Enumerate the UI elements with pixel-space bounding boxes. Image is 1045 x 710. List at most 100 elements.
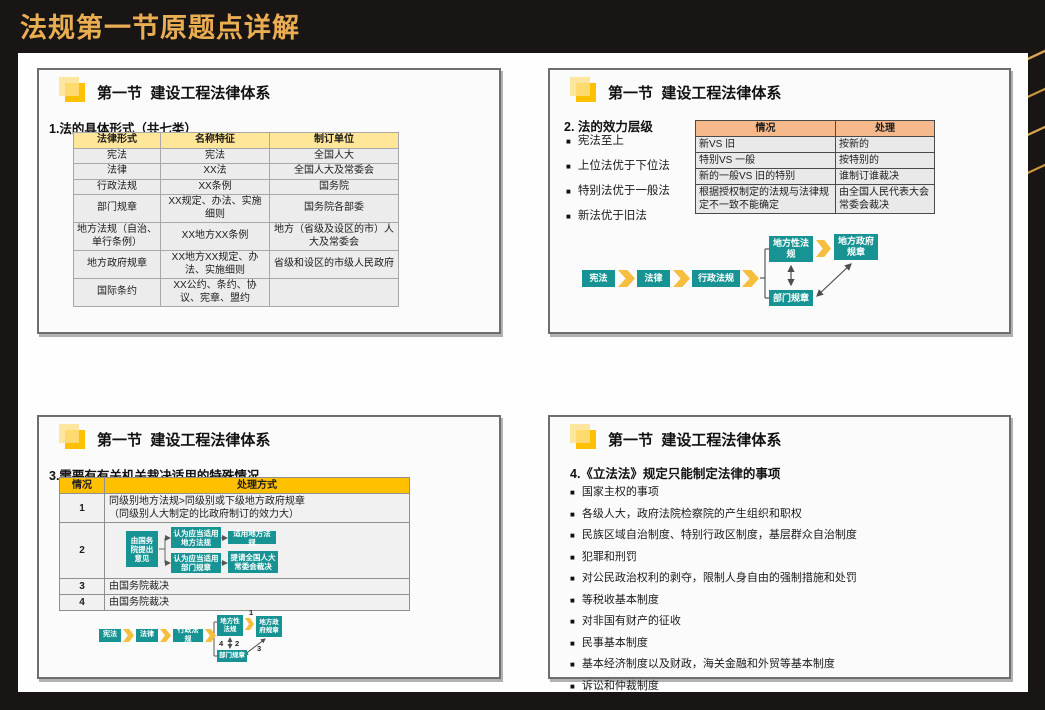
col-header: 制订单位 xyxy=(269,132,399,149)
list-item: ■ 特别法优于一般法 xyxy=(566,182,696,198)
slide4-header: 第一节 建设工程法律体系 xyxy=(570,424,782,450)
flow-node-law: 法律 xyxy=(637,270,670,287)
cell: XX条例 xyxy=(160,178,270,195)
slide-card-3: 第一节 建设工程法律体系 3.需要有有关机关裁决适用的特殊情况 情况 处理方式 … xyxy=(37,415,501,679)
bullet-text: 各级人大，政府法院检察院的产生组织和职权 xyxy=(581,507,802,520)
col-header: 法律形式 xyxy=(73,132,161,149)
cell: 同级别地方法规>同级别或下级地方政府规章 （同级别人大制定的比政府制订的效力大） xyxy=(104,493,410,523)
bullet-text: 国家主权的事项 xyxy=(581,486,659,498)
table-row: 国际条约 XX公约、条约、协议、宪章、盟约 xyxy=(73,278,399,307)
flow-node-apply-local-regulation: 适用地方法规 xyxy=(228,529,276,547)
table-header-row: 情况 处理方式 xyxy=(59,477,410,494)
section-marker-icon xyxy=(59,77,85,102)
cell: 宪法 xyxy=(160,147,270,164)
col-header: 处理方式 xyxy=(104,477,410,494)
table-row: 法律 XX法 全国人大及常委会 xyxy=(73,163,399,180)
flow-node-local-gov-rule: 地方政府规章 xyxy=(256,616,282,637)
flow-node-state-council-opinion: 由国务院提出意见 xyxy=(126,531,158,567)
section-marker-icon xyxy=(59,424,85,449)
table-row: 地方法规（自治、单行条例） XX地方XX条例 地方（省级及设区的市）人大及常委会 xyxy=(73,222,399,251)
flow-node-local-regulation: 地方性法规 xyxy=(769,236,813,262)
bullet-text: 犯罪和刑罚 xyxy=(581,550,637,563)
list-item: ■ 犯罪和刑罚 xyxy=(570,548,990,564)
slide4-title: 第一节 建设工程法律体系 xyxy=(608,432,782,449)
flow-node-apply-local-regulation-opinion: 认为应当适用地方法规 xyxy=(171,527,221,548)
decision-flow-diagram: 由国务院提出意见 认为应当适用地方法规 适用地方法规 认为应当适用部门规章 提请… xyxy=(123,523,373,579)
flow-node-constitution: 宪法 xyxy=(99,629,121,642)
list-item: ■ 各级人大，政府法院检察院的产生组织和职权 xyxy=(570,505,990,521)
cell: 2 xyxy=(59,522,105,579)
cell: 由全国人民代表大会常委会裁决 xyxy=(835,184,935,214)
table-row: 2 由国务院提出意见 认为应当适用地方法规 适用地方法规 认为应当适用部门规章 … xyxy=(59,522,410,579)
bullet-square-icon: ■ xyxy=(570,617,575,626)
table-row: 地方政府规章 XX地方XX规定、办法、实施细则 省级和设区的市级人民政府 xyxy=(73,250,399,279)
cell: 省级和设区的市级人民政府 xyxy=(269,250,399,279)
list-item: ■ 宪法至上 xyxy=(566,132,696,148)
cell: 新VS 旧 xyxy=(695,136,836,153)
slide-card-4: 第一节 建设工程法律体系 4.《立法法》规定只能制定法律的事项 ■ 国家主权的事项… xyxy=(548,415,1011,692)
special-cases-table: 情况 处理方式 1 同级别地方法规>同级别或下级地方政府规章 （同级别人大制定的… xyxy=(59,477,410,611)
bullet-square-icon: ■ xyxy=(570,574,575,583)
cell: XX规定、办法、实施细则 xyxy=(160,194,270,223)
flow-node-dept-rule: 部门规章 xyxy=(769,290,813,306)
list-item: ■ 民事基本制度 xyxy=(570,634,990,650)
bullet-square-icon: ■ xyxy=(570,660,575,669)
cell: 全国人大及常委会 xyxy=(269,163,399,180)
table-row: 宪法 宪法 全国人大 xyxy=(73,147,399,164)
list-item: ■ 对非国有财产的征收 xyxy=(570,612,990,628)
flow-node-constitution: 宪法 xyxy=(582,270,615,287)
page-title: 法规第一节原题点详解 xyxy=(20,13,300,43)
conflict-resolution-table: 情况 处理 新VS 旧 按新的 特别VS 一般 按特别的 新的一般VS 旧的特别… xyxy=(695,120,935,214)
section-marker-icon xyxy=(570,77,596,102)
list-item: ■ 等税收基本制度 xyxy=(570,591,990,607)
slide2-title: 第一节 建设工程法律体系 xyxy=(608,85,782,102)
bullet-text: 新法优于旧法 xyxy=(577,210,647,222)
cell: 谁制订谁裁决 xyxy=(835,168,935,185)
bullet-text: 等税收基本制度 xyxy=(581,593,659,606)
bullet-square-icon: ■ xyxy=(566,162,571,171)
flow-node-local-regulation: 地方性法规 xyxy=(217,615,243,636)
cell: 地方法规（自治、单行条例） xyxy=(73,222,161,251)
cell: 特别VS 一般 xyxy=(695,152,836,169)
cell: XX地方XX规定、办法、实施细则 xyxy=(160,250,270,279)
order-label-4: 4 xyxy=(219,639,224,648)
table-row: 3 由国务院裁决 xyxy=(59,578,410,595)
cell: 国际条约 xyxy=(73,278,161,307)
cell: 行政法规 xyxy=(73,178,161,195)
col-header: 名称特征 xyxy=(160,132,270,149)
slide-card-1: 第一节 建设工程法律体系 1.法的具体形式（共七类） 法律形式 名称特征 制订单… xyxy=(37,68,501,334)
cell: 部门规章 xyxy=(73,194,161,223)
bullet-text: 民事基本制度 xyxy=(581,636,648,649)
col-header: 情况 xyxy=(59,477,105,494)
bullet-square-icon: ■ xyxy=(570,552,575,562)
bullet-square-icon: ■ xyxy=(566,212,571,221)
content-panel: 第一节 建设工程法律体系 1.法的具体形式（共七类） 法律形式 名称特征 制订单… xyxy=(18,53,1028,692)
flow-node-dept-rule: 部门规章 xyxy=(217,650,247,662)
list-item: ■ 国家主权的事项 xyxy=(570,483,990,499)
bullet-square-icon: ■ xyxy=(570,531,575,540)
list-item: ■ 诉讼和仲裁制度 xyxy=(570,677,990,693)
bullet-text: 基本经济制度以及财政，海关金融和外贸等基本制度 xyxy=(581,658,835,670)
bullet-square-icon: ■ xyxy=(570,681,575,691)
list-item: ■ 新法优于旧法 xyxy=(566,207,696,223)
slide3-title: 第一节 建设工程法律体系 xyxy=(97,432,271,449)
slide1-header: 第一节 建设工程法律体系 xyxy=(59,77,270,103)
order-label-1: 1 xyxy=(249,608,253,617)
cell: XX地方XX条例 xyxy=(160,222,270,251)
cell: 根据授权制定的法规与法律规定不一致不能确定 xyxy=(695,184,836,214)
cell: 法律 xyxy=(73,163,161,180)
table-row: 新VS 旧 按新的 xyxy=(695,136,935,153)
cell: 按新的 xyxy=(835,136,935,153)
bullet-text: 对非国有财产的征收 xyxy=(581,615,681,627)
table-row: 特别VS 一般 按特别的 xyxy=(695,152,935,169)
list-item: ■ 基本经济制度以及财政，海关金融和外贸等基本制度 xyxy=(570,655,990,671)
law-only-matters-bullets: ■ 国家主权的事项 ■ 各级人大，政府法院检察院的产生组织和职权 ■ 民族区域自治制度… xyxy=(570,483,990,698)
cell: 地方政府规章 xyxy=(73,250,161,279)
slide2-header: 第一节 建设工程法律体系 xyxy=(570,77,782,103)
cell: 1 xyxy=(59,493,105,523)
list-item: ■ 对公民政治权利的剥夺，限制人身自由的强制措施和处罚 xyxy=(570,569,990,585)
table-header-row: 情况 处理 xyxy=(695,120,935,137)
bullet-text: 对公民政治权利的剥夺，限制人身自由的强制措施和处罚 xyxy=(581,572,857,584)
page: { "banner": { "title": "法规第一节原题点详解" }, "… xyxy=(0,0,1045,710)
flow-node-apply-dept-rule-opinion: 认为应当适用部门规章 xyxy=(171,553,221,573)
